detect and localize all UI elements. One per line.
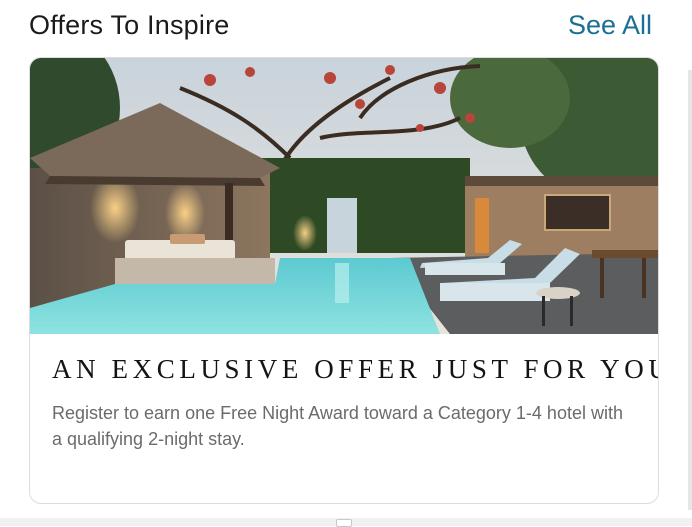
offer-description: Register to earn one Free Night Award to…: [52, 403, 623, 449]
resort-pool-villa-photo: [30, 58, 658, 334]
offer-heading: AN EXCLUSIVE OFFER JUST FOR YOU: [52, 354, 659, 384]
offer-card[interactable]: AN EXCLUSIVE OFFER JUST FOR YOU Register…: [29, 57, 659, 504]
see-all-link[interactable]: See All: [568, 10, 652, 41]
next-card-peek: [688, 70, 692, 510]
section-title: Offers To Inspire: [29, 10, 230, 40]
section-header: Offers To Inspire See All: [0, 0, 692, 56]
